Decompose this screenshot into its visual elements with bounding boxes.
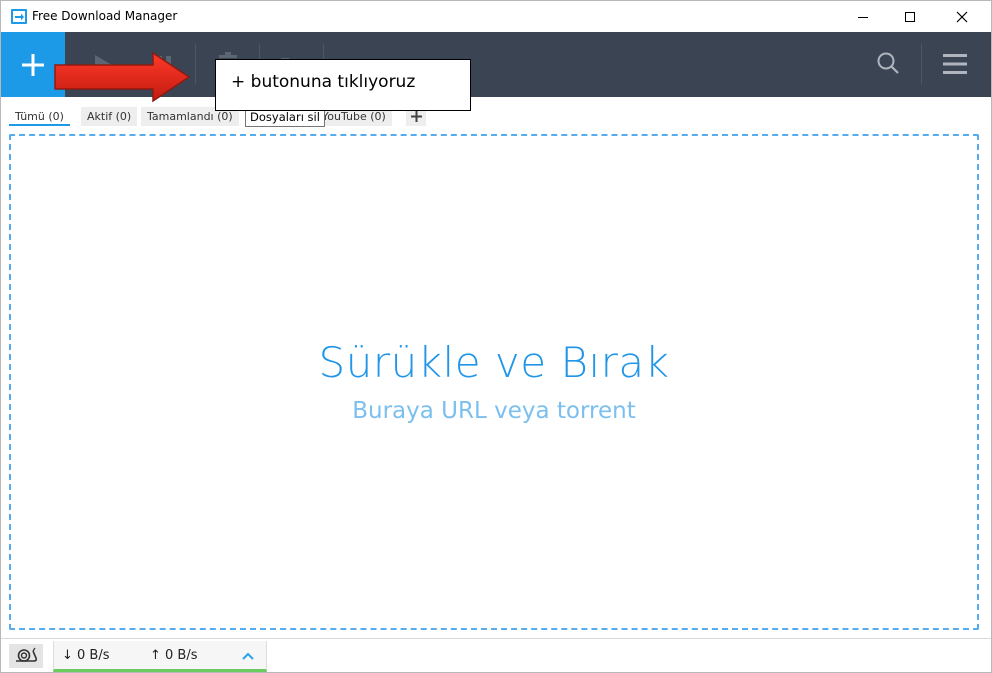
drop-zone[interactable]: Sürükle ve Bırak Buraya URL veya torrent (9, 134, 979, 630)
tab-all[interactable]: Tümü (0) (9, 107, 70, 126)
maximize-icon (905, 11, 915, 22)
speed-panel[interactable]: ↓ 0 B/s ↑ 0 B/s (53, 641, 267, 672)
drop-zone-title: Sürükle ve Bırak (318, 338, 670, 387)
tutorial-callout: + butonuna tıklıyoruz (215, 59, 471, 111)
tab-active[interactable]: Aktif (0) (81, 107, 138, 126)
red-arrow-annotation (54, 51, 191, 103)
toolbar-separator (921, 44, 922, 84)
toolbar-separator (195, 44, 196, 84)
minimize-icon (858, 16, 868, 18)
close-icon (956, 11, 968, 22)
app-logo-icon (11, 9, 27, 24)
status-bar: ↓ 0 B/s ↑ 0 B/s (1, 638, 991, 672)
chevron-up-icon[interactable] (240, 649, 256, 663)
minimize-button[interactable] (840, 1, 886, 32)
app-window: Free Download Manager Tümü (0) Aktif (0)… (0, 0, 992, 673)
snail-mode-button[interactable] (9, 644, 43, 668)
upload-speed: ↑ 0 B/s (150, 648, 198, 663)
search-icon[interactable] (873, 49, 903, 79)
hamburger-menu-icon[interactable] (939, 49, 971, 79)
close-button[interactable] (939, 1, 985, 32)
drop-zone-subtitle: Buraya URL veya torrent (352, 398, 636, 424)
window-title: Free Download Manager (32, 9, 178, 23)
download-speed: ↓ 0 B/s (62, 648, 110, 663)
title-bar: Free Download Manager (1, 1, 991, 32)
plus-icon (22, 53, 44, 76)
plus-icon (410, 111, 422, 122)
maximize-button[interactable] (887, 1, 933, 32)
snail-icon (16, 647, 38, 662)
